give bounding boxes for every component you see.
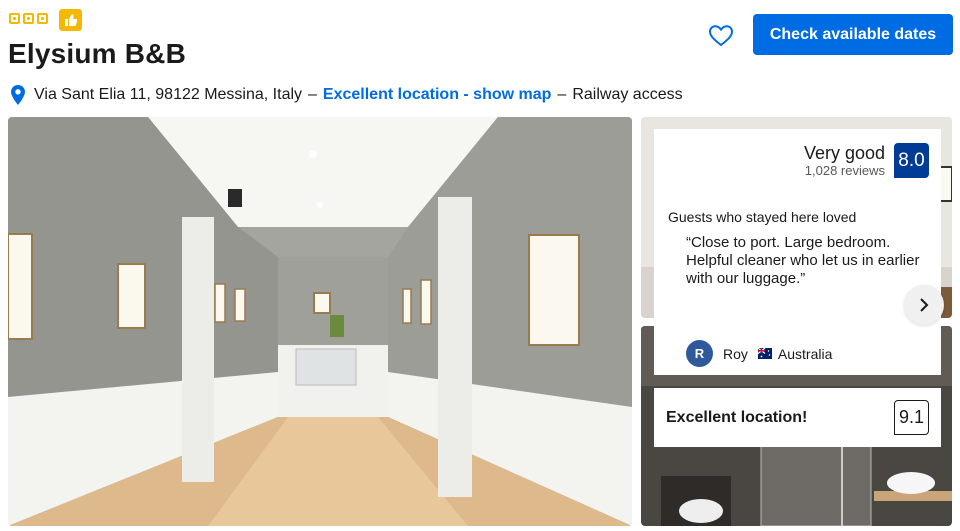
review-count: 1,028 reviews (804, 163, 885, 178)
review-card: Very good 1,028 reviews 8.0 Guests who s… (654, 129, 941, 375)
score-word: Very good (803, 143, 885, 163)
railway-access-text: Railway access (572, 86, 683, 103)
heart-outline-icon (708, 25, 734, 47)
star-icon (37, 13, 48, 24)
reviewer-country: Australia (777, 345, 833, 362)
australia-flag-icon (757, 348, 772, 359)
save-heart-button[interactable] (706, 22, 736, 50)
show-map-link[interactable]: Excellent location - show map (323, 86, 552, 104)
guests-loved-heading: Guests who stayed here loved (668, 209, 857, 225)
next-review-button[interactable] (904, 285, 944, 325)
avatar: R (686, 340, 713, 367)
page-title: Elysium B&B (8, 38, 187, 69)
address-row: Via Sant Elia 11, 98122 Messina, Italy –… (10, 82, 683, 108)
location-score-badge: 9.1 (894, 400, 929, 435)
location-label: Excellent location! (666, 409, 808, 426)
separator: – (557, 86, 567, 103)
check-dates-button[interactable]: Check available dates (753, 14, 953, 55)
map-pin-icon (11, 85, 25, 105)
star-icon (9, 13, 20, 24)
separator: – (308, 86, 317, 103)
star-icon (23, 13, 34, 24)
address-text: Via Sant Elia 11, 98122 Messina, Italy (34, 86, 303, 103)
chevron-right-icon (920, 298, 929, 312)
main-hallway-photo[interactable] (8, 117, 632, 526)
score-badge: 8.0 (894, 143, 929, 178)
thumbs-up-icon (59, 9, 82, 31)
review-score-row[interactable]: Very good 1,028 reviews 8.0 (804, 143, 929, 178)
score-text: Very good 1,028 reviews (804, 143, 885, 178)
reviewer: R Roy Australia (686, 340, 832, 367)
star-rating (9, 13, 48, 24)
reviewer-name: Roy (723, 345, 748, 362)
review-quote: “Close to port. Large bedroom. Helpful c… (686, 234, 920, 287)
location-score-card[interactable]: Excellent location! 9.1 (654, 388, 941, 447)
